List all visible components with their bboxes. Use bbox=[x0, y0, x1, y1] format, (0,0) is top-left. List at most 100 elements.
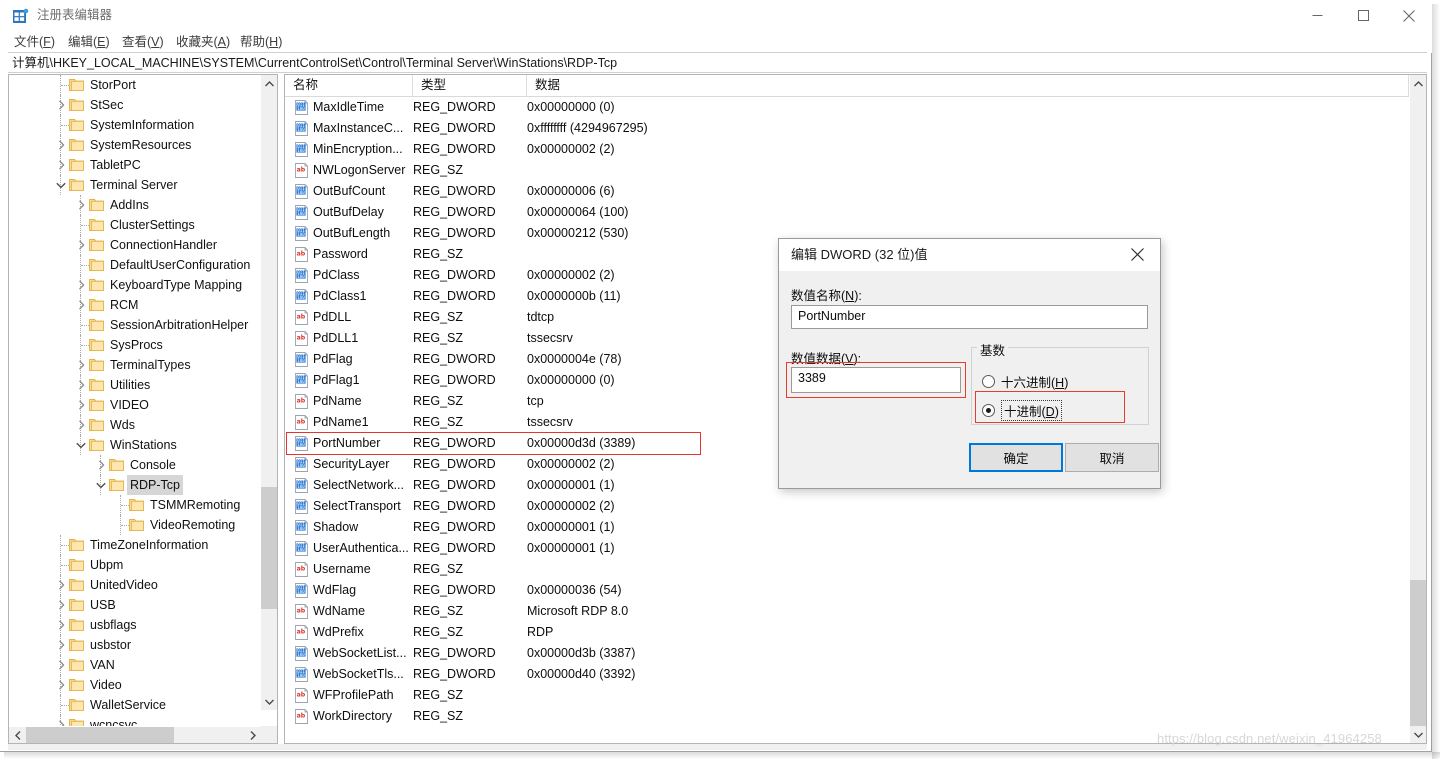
table-row[interactable]: 011 100 WdFlag REG_DWORD 0x00000036 (54) bbox=[285, 580, 1409, 601]
radio-decimal[interactable]: 十进制(D) bbox=[982, 400, 1062, 421]
chevron-down-icon[interactable] bbox=[93, 475, 109, 495]
tree-item-systemresources[interactable]: SystemResources bbox=[9, 135, 261, 155]
tree-item-video[interactable]: Video bbox=[9, 675, 261, 695]
cancel-button[interactable]: 取消 bbox=[1065, 443, 1159, 472]
tree-item-addins[interactable]: AddIns bbox=[9, 195, 261, 215]
chevron-down-icon[interactable] bbox=[73, 435, 89, 455]
column-header-type[interactable]: 类型 bbox=[413, 75, 527, 96]
tree-item-defaultuserconfiguration[interactable]: DefaultUserConfiguration bbox=[9, 255, 261, 275]
chevron-right-icon[interactable] bbox=[53, 635, 69, 655]
table-row[interactable]: 011 100 OutBufCount REG_DWORD 0x00000006 (6) bbox=[285, 181, 1409, 202]
column-header-name[interactable]: 名称 bbox=[285, 75, 413, 96]
chevron-right-icon[interactable] bbox=[93, 455, 109, 475]
tree-scroll-down-button[interactable] bbox=[261, 693, 277, 710]
table-row[interactable]: 011 100 MaxInstanceC... REG_DWORD 0xffffffff… bbox=[285, 118, 1409, 139]
menu-file[interactable]: 文件(F) bbox=[14, 33, 55, 51]
tree-item-clustersettings[interactable]: ClusterSettings bbox=[9, 215, 261, 235]
chevron-right-icon[interactable] bbox=[73, 395, 89, 415]
tree-item-wds[interactable]: Wds bbox=[9, 415, 261, 435]
tree-item-walletservice[interactable]: WalletService bbox=[9, 695, 261, 715]
table-row[interactable]: 011 100 WebSocketList... REG_DWORD 0x00000d3… bbox=[285, 643, 1409, 664]
registry-tree-pane[interactable]: StorPort StSec SystemInformation SystemReso… bbox=[8, 74, 278, 744]
tree-item-winstations[interactable]: WinStations bbox=[9, 435, 261, 455]
tree-item-rcm[interactable]: RCM bbox=[9, 295, 261, 315]
tree-item-van[interactable]: VAN bbox=[9, 655, 261, 675]
tree-item-console[interactable]: Console bbox=[9, 455, 261, 475]
tree-horizontal-scrollbar[interactable] bbox=[9, 726, 261, 743]
tree-item-storport[interactable]: StorPort bbox=[9, 75, 261, 95]
menu-view[interactable]: 查看(V) bbox=[122, 33, 164, 51]
tree-item-keyboardtype-mapping[interactable]: KeyboardType Mapping bbox=[9, 275, 261, 295]
chevron-right-icon[interactable] bbox=[73, 375, 89, 395]
table-row[interactable]: ab WdName REG_SZ Microsoft RDP 8.0 bbox=[285, 601, 1409, 622]
list-scroll-down-button[interactable] bbox=[1410, 726, 1426, 743]
tree-item-usb[interactable]: USB bbox=[9, 595, 261, 615]
tree-item-unitedvideo[interactable]: UnitedVideo bbox=[9, 575, 261, 595]
table-row[interactable]: 011 100 MaxIdleTime REG_DWORD 0x00000000 (0) bbox=[285, 97, 1409, 118]
table-row[interactable]: 011 100 MinEncryption... REG_DWORD 0x0000000… bbox=[285, 139, 1409, 160]
table-row[interactable]: ab NWLogonServer REG_SZ bbox=[285, 160, 1409, 181]
table-row[interactable]: 011 100 SelectTransport REG_DWORD 0x00000002… bbox=[285, 496, 1409, 517]
chevron-down-icon[interactable] bbox=[53, 175, 69, 195]
tree-item-usbflags[interactable]: usbflags bbox=[9, 615, 261, 635]
table-row[interactable]: 011 100 UserAuthentica... REG_DWORD 0x000000… bbox=[285, 538, 1409, 559]
tree-item-utilities[interactable]: Utilities bbox=[9, 375, 261, 395]
menu-edit[interactable]: 编辑(E) bbox=[68, 33, 110, 51]
menu-help[interactable]: 帮助(H) bbox=[240, 33, 282, 51]
chevron-right-icon[interactable] bbox=[73, 275, 89, 295]
list-scroll-up-button[interactable] bbox=[1410, 75, 1426, 92]
tree-item-videoremoting[interactable]: VideoRemoting bbox=[9, 515, 261, 535]
tree-item-stsec[interactable]: StSec bbox=[9, 95, 261, 115]
close-button[interactable] bbox=[1386, 0, 1432, 31]
table-row[interactable]: 011 100 WebSocketTls... REG_DWORD 0x00000d40… bbox=[285, 664, 1409, 685]
table-row[interactable]: 011 100 OutBufDelay REG_DWORD 0x00000064 (10… bbox=[285, 202, 1409, 223]
value-name-input[interactable]: PortNumber bbox=[791, 305, 1148, 329]
chevron-right-icon[interactable] bbox=[53, 575, 69, 595]
column-header-data[interactable]: 数据 bbox=[527, 75, 1409, 96]
chevron-right-icon[interactable] bbox=[53, 595, 69, 615]
tree-vertical-scrollbar[interactable] bbox=[260, 75, 277, 710]
chevron-right-icon[interactable] bbox=[53, 95, 69, 115]
list-vertical-scrollbar[interactable] bbox=[1409, 75, 1426, 743]
radio-hexadecimal[interactable]: 十六进制(H) bbox=[982, 372, 1068, 391]
tree-item-rdp-tcp[interactable]: RDP-Tcp bbox=[9, 475, 261, 495]
table-row[interactable]: 011 100 Shadow REG_DWORD 0x00000001 (1) bbox=[285, 517, 1409, 538]
tree-item-usbstor[interactable]: usbstor bbox=[9, 635, 261, 655]
chevron-right-icon[interactable] bbox=[73, 235, 89, 255]
tree-item-ubpm[interactable]: Ubpm bbox=[9, 555, 261, 575]
tree-item-tsmmremoting[interactable]: TSMMRemoting bbox=[9, 495, 261, 515]
chevron-right-icon[interactable] bbox=[73, 355, 89, 375]
chevron-right-icon[interactable] bbox=[53, 655, 69, 675]
maximize-button[interactable] bbox=[1340, 0, 1386, 31]
chevron-right-icon[interactable] bbox=[53, 135, 69, 155]
tree-scroll-right-button[interactable] bbox=[244, 727, 261, 743]
tree-scroll-left-button[interactable] bbox=[9, 727, 26, 743]
tree-item-timezoneinformation[interactable]: TimeZoneInformation bbox=[9, 535, 261, 555]
menu-favorites[interactable]: 收藏夹(A) bbox=[176, 33, 230, 51]
tree-item-terminal-server[interactable]: Terminal Server bbox=[9, 175, 261, 195]
tree-item-video[interactable]: VIDEO bbox=[9, 395, 261, 415]
table-row[interactable]: ab WdPrefix REG_SZ RDP bbox=[285, 622, 1409, 643]
chevron-right-icon[interactable] bbox=[53, 615, 69, 635]
tree-scroll-up-button[interactable] bbox=[261, 75, 277, 92]
table-row[interactable]: ab Username REG_SZ bbox=[285, 559, 1409, 580]
table-row[interactable]: ab WorkDirectory REG_SZ bbox=[285, 706, 1409, 727]
chevron-right-icon[interactable] bbox=[53, 155, 69, 175]
table-row[interactable]: ab WFProfilePath REG_SZ bbox=[285, 685, 1409, 706]
chevron-right-icon[interactable] bbox=[53, 675, 69, 695]
tree-item-sessionarbitrationhelper[interactable]: SessionArbitrationHelper bbox=[9, 315, 261, 335]
chevron-right-icon[interactable] bbox=[73, 195, 89, 215]
dialog-close-icon[interactable] bbox=[1115, 239, 1160, 269]
list-scrollbar-thumb[interactable] bbox=[1410, 580, 1426, 726]
tree-item-sysprocs[interactable]: SysProcs bbox=[9, 335, 261, 355]
tree-scrollbar-thumb[interactable] bbox=[261, 487, 277, 609]
chevron-right-icon[interactable] bbox=[73, 295, 89, 315]
address-bar[interactable]: 计算机\HKEY_LOCAL_MACHINE\SYSTEM\CurrentCon… bbox=[8, 52, 1427, 73]
tree-item-terminaltypes[interactable]: TerminalTypes bbox=[9, 355, 261, 375]
value-data-input[interactable]: 3389 bbox=[791, 367, 961, 393]
tree-hscrollbar-thumb[interactable] bbox=[26, 727, 174, 743]
minimize-button[interactable] bbox=[1294, 0, 1340, 31]
tree-item-tabletpc[interactable]: TabletPC bbox=[9, 155, 261, 175]
tree-item-connectionhandler[interactable]: ConnectionHandler bbox=[9, 235, 261, 255]
ok-button[interactable]: 确定 bbox=[969, 443, 1063, 472]
